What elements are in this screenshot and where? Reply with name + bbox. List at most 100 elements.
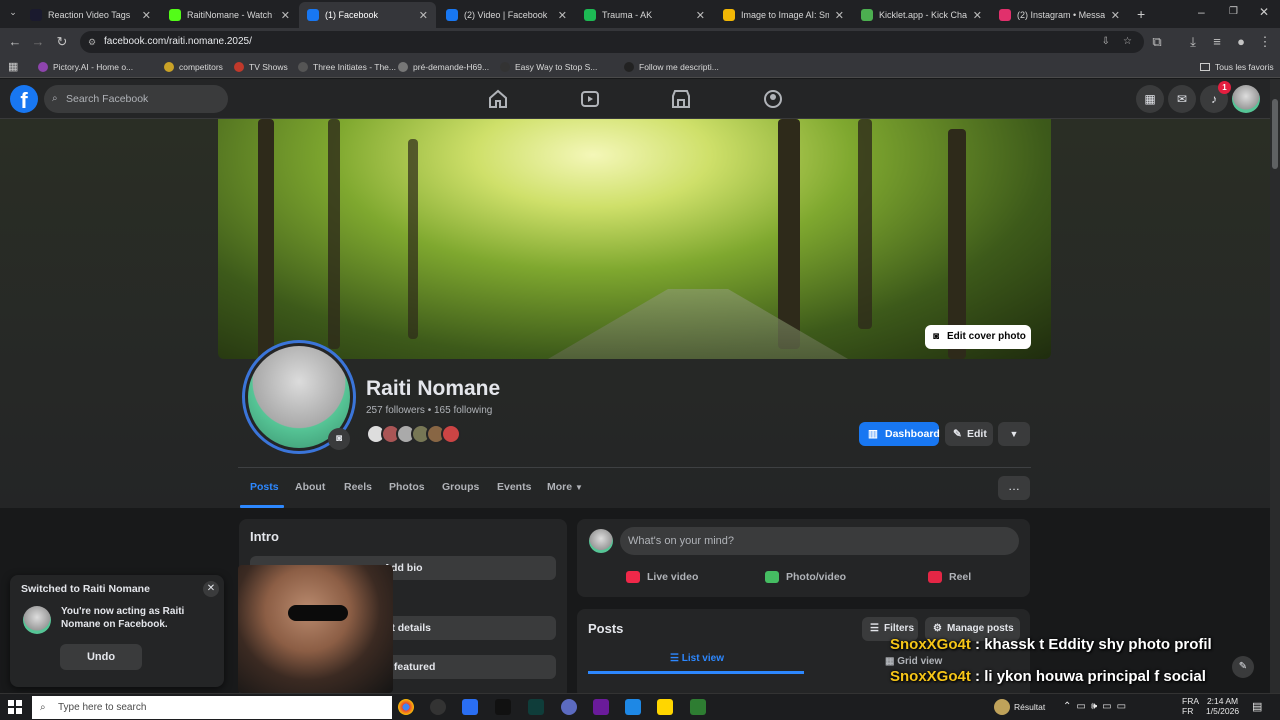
windows-start-icon[interactable] [8, 700, 22, 714]
browser-tab[interactable]: Kicklet.app - Kick Chatbo ✕ [853, 2, 990, 28]
bookmark-item[interactable]: Three Initiates - The... [298, 59, 396, 75]
browser-tab[interactable]: (2) Instagram • Messages ✕ [991, 2, 1128, 28]
profile-tab-photos[interactable]: Photos [389, 481, 425, 493]
tab-close-icon[interactable]: ✕ [558, 9, 567, 22]
bookmark-item[interactable]: Easy Way to Stop S... [500, 59, 597, 75]
language-indicator[interactable]: FRA FR [1182, 696, 1199, 716]
facebook-logo-icon[interactable]: f [10, 85, 38, 113]
cover-photo[interactable] [218, 119, 1051, 359]
minimize-icon[interactable]: – [1198, 5, 1205, 19]
home-icon[interactable] [486, 87, 510, 111]
back-icon[interactable]: ← [6, 33, 24, 51]
downloads-icon[interactable]: ⤓ [1184, 33, 1202, 51]
close-window-icon[interactable]: ✕ [1259, 5, 1269, 19]
browser-tab[interactable]: Trauma - AK ✕ [576, 2, 713, 28]
tab-close-icon[interactable]: ✕ [696, 9, 705, 22]
groups-icon[interactable] [761, 87, 785, 111]
weather-label[interactable]: Résultat [1014, 702, 1045, 712]
new-message-icon[interactable]: ✎ [1232, 656, 1254, 678]
dashboard-button[interactable]: ▥ Dashboard [859, 422, 940, 446]
scrollbar-thumb[interactable] [1272, 99, 1278, 169]
clock[interactable]: 2:14 AM 1/5/2026 [1206, 696, 1239, 716]
notification-center-icon[interactable]: ▤ [1252, 700, 1262, 713]
follower-stats[interactable]: 257 followers • 165 following [366, 405, 492, 416]
extensions-icon[interactable]: ⧉ [1148, 33, 1166, 51]
taskbar-search-input[interactable]: ⌕ Type here to search [32, 696, 392, 719]
tab-close-icon[interactable]: ✕ [142, 9, 151, 22]
edit-cover-photo-button[interactable]: ◙ Edit cover photo [925, 325, 1031, 349]
apps-icon[interactable]: ▦ [8, 60, 18, 73]
app-icon[interactable] [690, 699, 706, 715]
reload-icon[interactable]: ↻ [53, 33, 71, 51]
new-tab-button[interactable]: + [1137, 6, 1145, 22]
tab-close-icon[interactable]: ✕ [281, 9, 290, 22]
account-avatar[interactable] [1232, 85, 1260, 113]
tab-close-icon[interactable]: ✕ [419, 9, 428, 22]
restore-icon[interactable]: ❐ [1229, 6, 1238, 17]
bookmark-icon [164, 62, 174, 72]
friend-avatar[interactable] [441, 424, 461, 444]
menu-icon[interactable]: ⋮ [1256, 33, 1274, 51]
app-icon[interactable] [561, 699, 577, 715]
install-icon[interactable]: ⇩ [1102, 31, 1110, 53]
chrome-icon[interactable] [398, 699, 414, 715]
browser-tab[interactable]: RaitiNomane - Watch the ✕ [161, 2, 298, 28]
video-icon[interactable] [578, 87, 602, 111]
app-icon[interactable] [593, 699, 609, 715]
profile-icon[interactable]: ● [1232, 33, 1250, 51]
clock-date: 1/5/2026 [1206, 706, 1240, 716]
photo-video-button[interactable]: Photo/video [765, 571, 846, 583]
profile-tab-groups[interactable]: Groups [442, 481, 479, 493]
page-scrollbar[interactable] [1270, 79, 1280, 693]
search-input[interactable]: ⌕ Search Facebook [44, 85, 228, 113]
forward-icon[interactable]: → [29, 33, 47, 51]
bookmark-item[interactable]: Pictory.AI - Home o... [38, 59, 133, 75]
avatar[interactable] [589, 529, 613, 553]
browser-tab[interactable]: Reaction Video Tags ✕ [22, 2, 159, 28]
messenger-icon[interactable]: ✉ [1168, 85, 1196, 113]
tab-close-icon[interactable]: ✕ [973, 9, 982, 22]
all-bookmarks[interactable]: Tous les favoris [1200, 59, 1274, 75]
notifications-icon[interactable]: ♪ 1 [1200, 81, 1231, 113]
bookmark-item[interactable]: competitors [164, 59, 223, 75]
undo-button[interactable]: Undo [60, 644, 142, 670]
media-icon[interactable]: ≡ [1208, 33, 1226, 51]
url-bar[interactable]: ⚙ facebook.com/raiti.nomane.2025/ ⇩ ☆ [80, 31, 1144, 53]
grid-view-tab[interactable]: ▦ Grid view [885, 656, 942, 667]
bookmark-item[interactable]: TV Shows [234, 59, 288, 75]
capcut-icon[interactable] [528, 699, 544, 715]
live-video-button[interactable]: Live video [626, 571, 698, 583]
tray-icons[interactable]: ⌃▭🕪▭▭ [1063, 701, 1131, 712]
reel-button[interactable]: Reel [928, 571, 971, 583]
close-icon[interactable]: ✕ [203, 581, 219, 597]
browser-tab[interactable]: (1) Facebook ✕ [299, 2, 436, 28]
site-info-icon[interactable]: ⚙ [88, 31, 96, 53]
more-options-icon[interactable]: … [998, 476, 1030, 500]
tab-close-icon[interactable]: ✕ [1111, 9, 1120, 22]
browser-tab[interactable]: Image to Image AI: Smart ✕ [715, 2, 852, 28]
menu-grid-icon[interactable]: ▦ [1136, 85, 1164, 113]
weather-icon[interactable] [994, 699, 1010, 715]
calculator-icon[interactable] [625, 699, 641, 715]
profile-tab-posts[interactable]: Posts [250, 481, 279, 493]
davinci-icon[interactable] [462, 699, 478, 715]
tab-search-icon[interactable]: ⌄ [6, 7, 20, 21]
list-view-tab[interactable]: ☰ List view [670, 653, 724, 664]
tiktok-icon[interactable] [495, 699, 511, 715]
sticky-notes-icon[interactable] [657, 699, 673, 715]
camera-icon[interactable]: ◙ [328, 428, 350, 450]
edit-profile-button[interactable]: ✎ Edit [945, 422, 993, 446]
profile-tab-events[interactable]: Events [497, 481, 531, 493]
tab-close-icon[interactable]: ✕ [835, 9, 844, 22]
chevron-down-icon[interactable]: ▼ [998, 422, 1030, 446]
profile-tab-reels[interactable]: Reels [344, 481, 372, 493]
obs-icon[interactable] [430, 699, 446, 715]
bookmark-star-icon[interactable]: ☆ [1123, 31, 1132, 53]
marketplace-icon[interactable] [669, 87, 693, 111]
whats-on-your-mind-input[interactable]: What's on your mind? [620, 527, 1019, 555]
profile-tab-about[interactable]: About [295, 481, 325, 493]
bookmark-item[interactable]: pré-demande-H69... [398, 59, 489, 75]
bookmark-item[interactable]: Follow me descripti... [624, 59, 719, 75]
profile-tab-more[interactable]: More ▼ [547, 481, 583, 493]
browser-tab[interactable]: (2) Video | Facebook ✕ [438, 2, 575, 28]
